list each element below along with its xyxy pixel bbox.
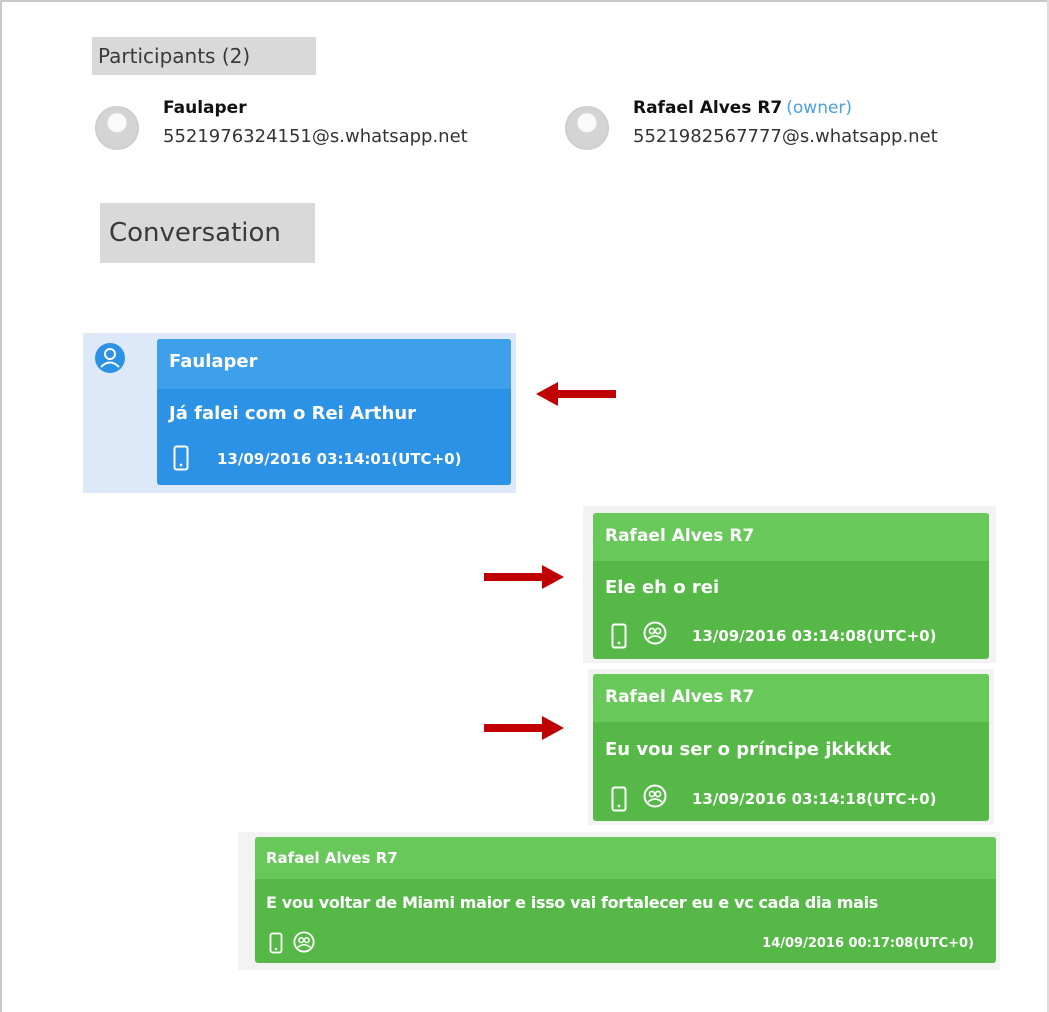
message-text: Eu vou ser o príncipe jkkkkk bbox=[605, 739, 892, 760]
message-bubble: Faulaper Já falei com o Rei Arthur 13/09… bbox=[157, 339, 511, 485]
participant-jid: 5521982567777@s.whatsapp.net bbox=[633, 126, 938, 147]
message-sender: Faulaper bbox=[169, 351, 258, 372]
message-timestamp: 13/09/2016 03:14:18(UTC+0) bbox=[692, 790, 937, 808]
message-text: Ele eh o rei bbox=[605, 577, 720, 598]
avatar bbox=[95, 106, 139, 150]
participant-name-text: Rafael Alves R7 bbox=[633, 98, 783, 118]
participant-faulaper: Faulaper 5521976324151@s.whatsapp.net bbox=[95, 98, 515, 158]
message-timestamp: 13/09/2016 03:14:08(UTC+0) bbox=[692, 627, 937, 645]
message-sender: Rafael Alves R7 bbox=[605, 526, 755, 546]
red-arrow-right-icon bbox=[484, 716, 564, 740]
message-bubble: Rafael Alves R7 Eu vou ser o príncipe jk… bbox=[593, 674, 989, 821]
message-text: E vou voltar de Miami maior e isso vai f… bbox=[266, 893, 878, 912]
phone-icon bbox=[611, 786, 627, 812]
owner-tag: (owner) bbox=[786, 98, 853, 118]
red-arrow-right-icon bbox=[484, 565, 564, 589]
participant-name: Faulaper bbox=[163, 98, 247, 118]
frame-border-top bbox=[0, 0, 1049, 2]
phone-icon bbox=[611, 623, 627, 649]
message-bubble: Rafael Alves R7 E vou voltar de Miami ma… bbox=[255, 837, 996, 963]
message-sender: Rafael Alves R7 bbox=[266, 849, 398, 867]
message-timestamp: 14/09/2016 00:17:08(UTC+0) bbox=[762, 936, 974, 951]
conversation-title: Conversation bbox=[100, 203, 315, 263]
user-avatar-icon bbox=[95, 343, 125, 373]
message-row-outgoing: Rafael Alves R7 Eu vou ser o príncipe jk… bbox=[588, 669, 994, 825]
message-row-incoming: Faulaper Já falei com o Rei Arthur 13/09… bbox=[83, 333, 516, 493]
message-row-outgoing: Rafael Alves R7 E vou voltar de Miami ma… bbox=[238, 832, 1000, 970]
message-bubble: Rafael Alves R7 Ele eh o rei 13/09/2016 … bbox=[593, 513, 989, 659]
participant-rafael: Rafael Alves R7 (owner) 5521982567777@s.w… bbox=[565, 98, 985, 158]
message-row-outgoing: Rafael Alves R7 Ele eh o rei 13/09/2016 … bbox=[583, 506, 996, 663]
phone-icon bbox=[269, 932, 283, 954]
participants-title: Participants (2) bbox=[92, 37, 316, 75]
phone-icon bbox=[173, 445, 189, 471]
frame-border-left bbox=[0, 0, 2, 1012]
group-icon bbox=[643, 784, 667, 808]
participant-name: Rafael Alves R7 (owner) bbox=[633, 98, 852, 118]
red-arrow-left-icon bbox=[536, 382, 616, 406]
participant-jid: 5521976324151@s.whatsapp.net bbox=[163, 126, 468, 147]
group-icon bbox=[643, 621, 667, 645]
message-text: Já falei com o Rei Arthur bbox=[169, 403, 417, 424]
avatar bbox=[565, 106, 609, 150]
message-sender: Rafael Alves R7 bbox=[605, 687, 755, 707]
message-timestamp: 13/09/2016 03:14:01(UTC+0) bbox=[217, 450, 462, 468]
group-icon bbox=[293, 931, 315, 953]
